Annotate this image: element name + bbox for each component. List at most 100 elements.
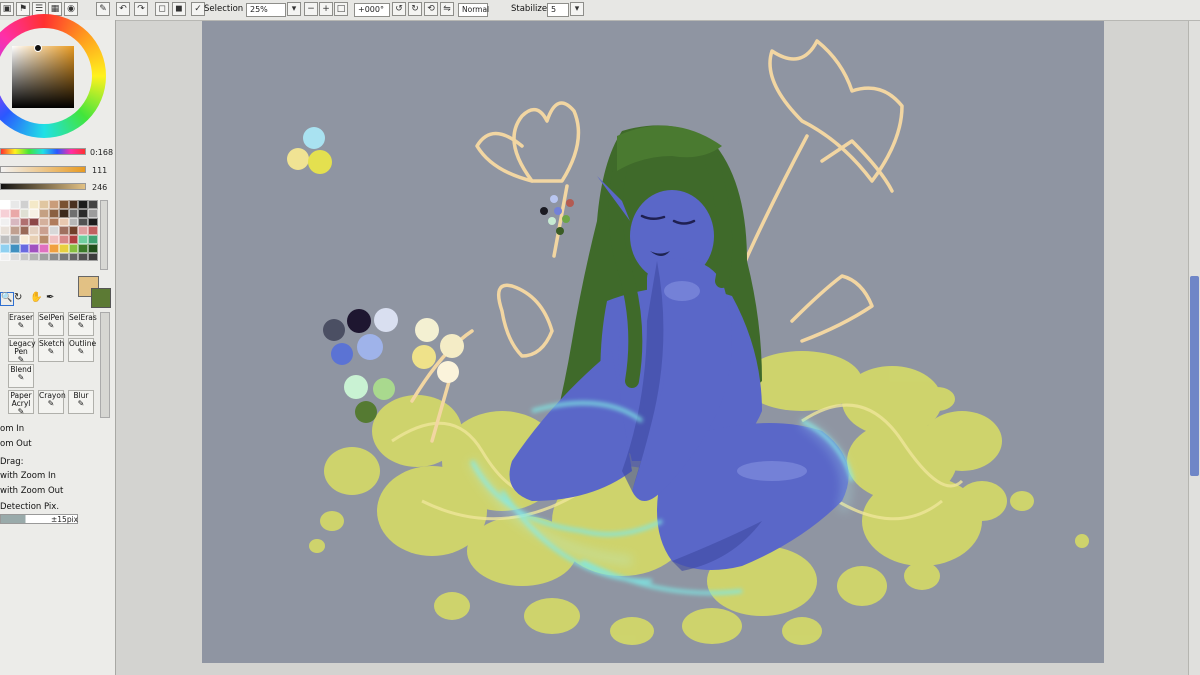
stabilizer-select[interactable]: 5 [547,3,569,17]
color-swatch[interactable] [9,217,20,227]
tool-seleras[interactable]: SelEras ✎ [68,312,97,336]
zoom-select[interactable]: 25% [246,3,286,17]
color-swatch[interactable] [39,243,49,253]
color-swatch[interactable] [68,235,79,244]
color-swatch[interactable] [29,200,40,209]
color-swatch[interactable] [58,200,69,209]
color-swatch[interactable] [68,243,79,253]
color-swatch[interactable] [88,252,98,262]
flag-icon-button[interactable]: ⚑ [16,2,30,16]
secondary-color-swatch[interactable] [91,288,111,308]
color-swatch[interactable] [68,200,79,209]
redo-button[interactable]: ↷ [134,2,148,16]
hue-slider[interactable] [0,148,86,155]
color-swatch[interactable] [48,200,59,209]
flip-horizontal-button[interactable]: ⇋ [440,2,454,16]
color-swatch[interactable] [9,208,20,218]
color-swatch[interactable] [39,208,49,218]
rotate-left-button[interactable]: ↺ [392,2,406,16]
color-swatch[interactable] [58,235,69,244]
saturation-value-square[interactable] [12,46,74,108]
saturation-slider[interactable] [0,166,86,173]
camera-icon-button[interactable]: ◉ [64,2,78,16]
color-swatch[interactable] [78,252,89,262]
color-swatch[interactable] [29,217,40,227]
color-swatch[interactable] [29,243,40,253]
color-swatch[interactable] [78,243,89,253]
canvas-vertical-scrollbar[interactable] [1188,21,1200,675]
color-swatch[interactable] [39,235,49,244]
color-swatch[interactable] [9,200,20,209]
color-swatch[interactable] [58,217,69,227]
drawing-canvas[interactable] [202,21,1104,663]
color-swatch[interactable] [88,235,98,244]
color-swatch[interactable] [48,226,59,235]
zoom-in-button[interactable]: + [319,2,333,16]
eyedropper-icon[interactable]: ✒ [46,292,54,303]
color-swatch[interactable] [0,252,10,262]
pin-icon-button[interactable]: ✎ [96,2,110,16]
color-swatch[interactable] [88,200,98,209]
color-swatch[interactable] [58,243,69,253]
tool-grid-scrollbar[interactable] [100,312,110,418]
selection-checkbox[interactable]: ✓ [191,2,205,16]
color-swatch[interactable] [0,243,10,253]
value-slider[interactable] [0,183,86,190]
tool-eraser[interactable]: Eraser ✎ [8,312,34,336]
color-swatch[interactable] [78,200,89,209]
color-swatch[interactable] [29,226,40,235]
color-swatch[interactable] [68,252,79,262]
color-swatch[interactable] [48,252,59,262]
color-swatch[interactable] [78,208,89,218]
color-swatch[interactable] [39,226,49,235]
color-swatch[interactable] [9,235,20,244]
rotation-field[interactable]: +000° [354,3,390,17]
color-swatch[interactable] [0,235,10,244]
rotate-tool-icon[interactable]: ✋ [30,292,42,303]
color-swatch[interactable] [48,243,59,253]
color-swatch[interactable] [29,208,40,218]
rotate-reset-button[interactable]: ⟲ [424,2,438,16]
undo-button[interactable]: ↶ [116,2,130,16]
detection-slider[interactable]: ±15pix [0,514,78,524]
invert-selection-button[interactable]: ◼ [172,2,186,16]
color-swatch[interactable] [0,217,10,227]
color-swatch[interactable] [48,208,59,218]
color-swatch[interactable] [39,252,49,262]
color-swatch[interactable] [19,235,30,244]
color-swatch[interactable] [58,252,69,262]
color-swatch[interactable] [19,208,30,218]
color-swatch[interactable] [68,217,79,227]
color-swatch[interactable] [39,200,49,209]
color-swatch[interactable] [19,252,30,262]
color-swatch[interactable] [58,226,69,235]
color-swatch[interactable] [88,217,98,227]
canvas-workspace[interactable] [116,21,1188,675]
color-swatch[interactable] [19,226,30,235]
color-swatch-grid[interactable] [0,200,98,270]
tool-selpen[interactable]: SelPen ✎ [38,312,64,336]
color-swatch[interactable] [29,252,40,262]
color-swatch[interactable] [78,235,89,244]
color-swatch[interactable] [88,208,98,218]
zoom-tool-icon[interactable]: 🔍 [0,292,14,306]
scrollbar-thumb[interactable] [1190,276,1199,476]
zoom-reset-button[interactable]: □ [334,2,348,16]
color-swatch[interactable] [0,208,10,218]
navigator-toggle-button[interactable]: ▣ [0,2,14,16]
color-swatch[interactable] [9,252,20,262]
color-swatch[interactable] [0,226,10,235]
tool-legacy-pen[interactable]: Legacy Pen ✎ [8,338,36,364]
color-swatch[interactable] [58,208,69,218]
color-swatch[interactable] [39,217,49,227]
tool-crayon[interactable]: Crayon ✎ [38,390,66,414]
color-picker-cursor[interactable] [34,44,42,52]
rotate-right-button[interactable]: ↻ [408,2,422,16]
blend-mode-select[interactable]: Normal [458,3,489,17]
color-swatch[interactable] [9,243,20,253]
color-swatch[interactable] [48,235,59,244]
deselect-button[interactable]: ◻ [155,2,169,16]
color-swatch[interactable] [78,226,89,235]
color-swatch[interactable] [88,243,98,253]
color-swatch[interactable] [78,217,89,227]
